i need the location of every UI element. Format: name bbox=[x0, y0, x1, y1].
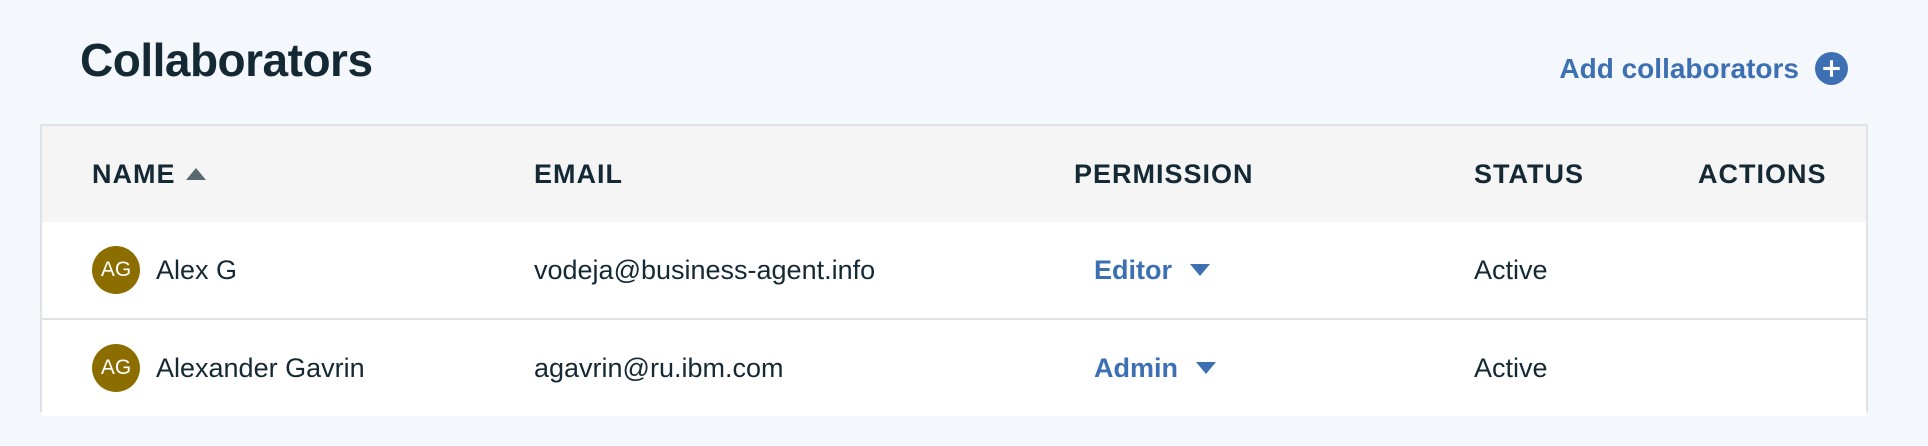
permission-cell: Admin bbox=[1094, 320, 1216, 416]
table-row: AG Alexander Gavrin agavrin@ru.ibm.com A… bbox=[42, 318, 1866, 416]
permission-cell: Editor bbox=[1094, 222, 1210, 318]
add-collaborators-button[interactable]: Add collaborators bbox=[1559, 52, 1848, 85]
column-header-actions: ACTIONS bbox=[1698, 158, 1827, 189]
sort-ascending-icon bbox=[185, 168, 206, 180]
avatar: AG bbox=[92, 246, 140, 294]
chevron-down-icon bbox=[1190, 264, 1210, 276]
permission-value: Editor bbox=[1094, 254, 1172, 285]
column-header-name-label: NAME bbox=[92, 158, 176, 189]
collaborator-email: vodeja@business-agent.info bbox=[534, 254, 876, 285]
table-row: AG Alex G vodeja@business-agent.info Edi… bbox=[42, 222, 1866, 318]
page-title: Collaborators bbox=[80, 34, 373, 86]
permission-dropdown[interactable]: Editor bbox=[1094, 255, 1210, 286]
collaborators-table: NAME EMAIL PERMISSION STATUS ACTIONS AG … bbox=[40, 124, 1868, 416]
collaborator-name: Alexander Gavrin bbox=[156, 352, 365, 383]
name-cell: AG Alex G bbox=[92, 222, 237, 318]
permission-value: Admin bbox=[1094, 352, 1178, 383]
name-cell: AG Alexander Gavrin bbox=[92, 320, 365, 416]
avatar: AG bbox=[92, 344, 140, 392]
permission-dropdown[interactable]: Admin bbox=[1094, 353, 1216, 384]
table-header: NAME EMAIL PERMISSION STATUS ACTIONS bbox=[42, 126, 1866, 222]
chevron-down-icon bbox=[1196, 362, 1216, 374]
plus-circle-icon bbox=[1815, 52, 1848, 85]
column-header-permission: PERMISSION bbox=[1074, 158, 1254, 189]
collaborator-email: agavrin@ru.ibm.com bbox=[534, 352, 784, 383]
collaborator-name: Alex G bbox=[156, 254, 238, 285]
add-collaborators-label: Add collaborators bbox=[1559, 52, 1799, 84]
column-header-email: EMAIL bbox=[534, 158, 623, 189]
status-text: Active bbox=[1474, 352, 1548, 383]
status-text: Active bbox=[1474, 254, 1548, 285]
column-header-status: STATUS bbox=[1474, 158, 1584, 189]
column-header-name[interactable]: NAME bbox=[92, 126, 206, 222]
